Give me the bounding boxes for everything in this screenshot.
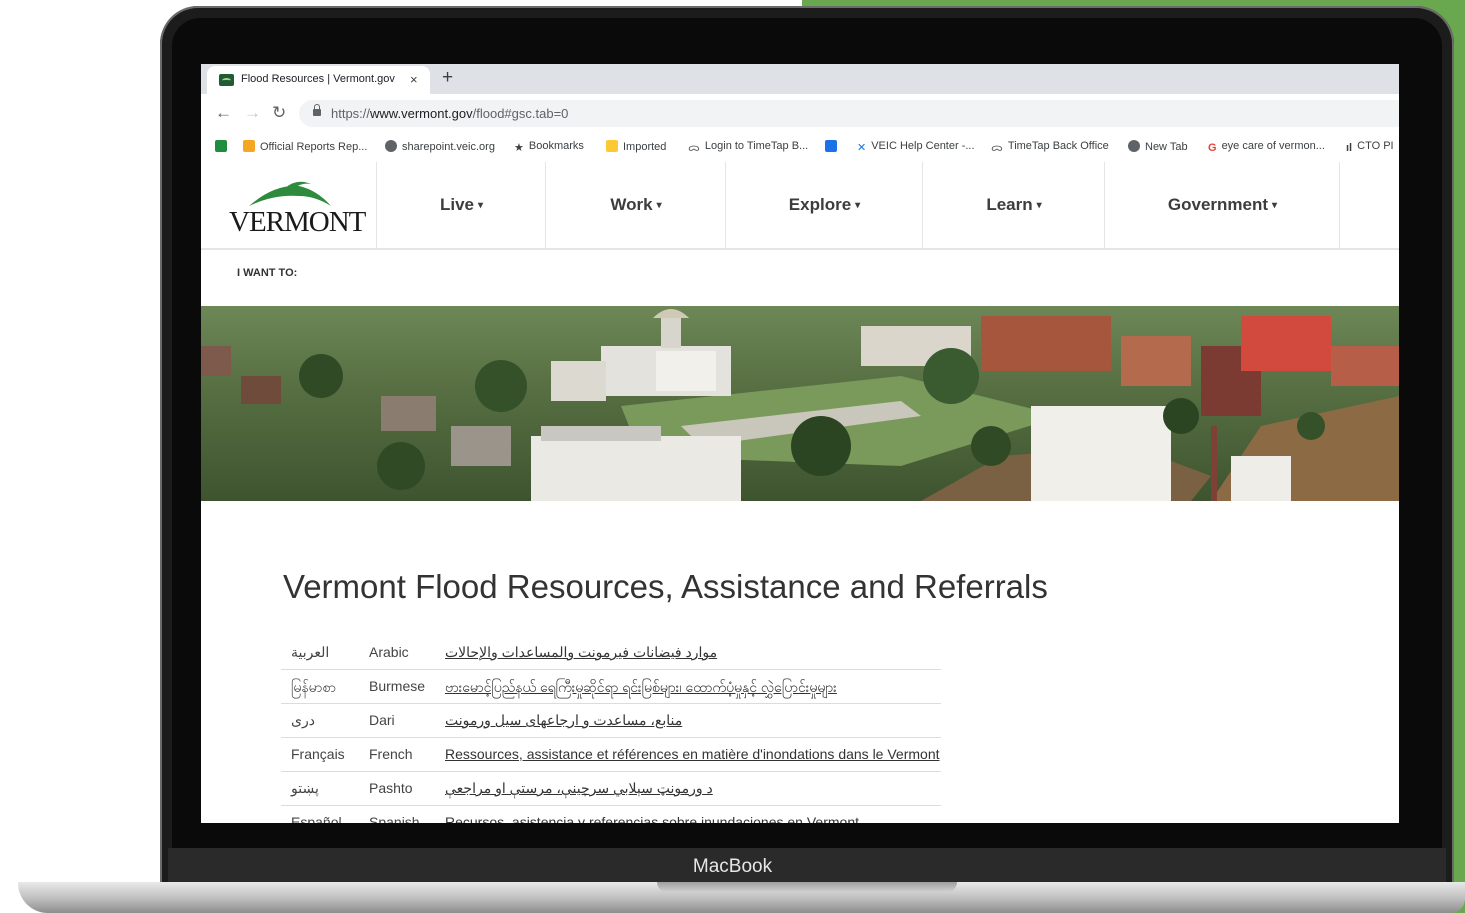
tab-close-icon[interactable]: × [410,72,418,87]
bookmark-new-tab[interactable]: New Tab [1128,140,1188,153]
bookmark-apps-icon[interactable] [215,140,232,153]
bookmark-bookmarks[interactable]: ★ Bookmarks [514,140,584,154]
table-row: العربية Arabic موارد فيضانات فيرمونت وال… [281,636,941,670]
globe-icon [1128,140,1140,152]
table-row: پښتو Pashto د ورمونټ سېلابي سرچينې، مرست… [281,772,941,806]
google-icon: G [1208,142,1217,154]
browser-tab-active[interactable]: Flood Resources | Vermont.gov × [207,66,430,94]
laptop-base-notch [657,882,957,892]
timetap-icon: ᯅ [991,142,1003,154]
language-link-arabic[interactable]: موارد فيضانات فيرمونت والمساعدات والإحال… [445,644,717,661]
bookmark-timetap-back[interactable]: ᯅ TimeTap Back Office [991,140,1109,154]
language-native-name: Español [291,814,342,823]
page-title: Vermont Flood Resources, Assistance and … [283,568,1048,605]
language-native-name: دری [291,712,315,728]
bookmark-timetap-login[interactable]: ᯅ Login to TimeTap B... [688,140,808,154]
language-table: العربية Arabic موارد فيضانات فيرمونت وال… [281,636,941,823]
new-tab-button[interactable]: + [442,67,453,89]
tab-strip: Flood Resources | Vermont.gov × + [201,64,1399,94]
caret-down-icon: ▾ [1036,200,1042,211]
tab-title: Flood Resources | Vermont.gov [241,73,395,85]
vermont-favicon-icon [219,74,234,86]
language-link-french[interactable]: Ressources, assistance et références en … [445,746,940,762]
browser-window: Flood Resources | Vermont.gov × + ← → ↻ … [201,64,1399,823]
language-link-spanish[interactable]: Recursos, asistencia y referencias sobre… [445,814,859,823]
address-bar[interactable]: https://www.vermont.gov/flood#gsc.tab=0 [299,100,1399,127]
bar-chart-icon: ıl [1346,142,1353,154]
caret-down-icon: ▾ [1272,200,1278,211]
language-native-name: မြန်မာစာ [291,679,336,695]
bookmark-veic-help[interactable]: ✕ VEIC Help Center -... [857,140,975,154]
language-link-dari[interactable]: منابع، مساعدت و ارجاعهای سیل ورمونت [445,712,682,729]
nav-work[interactable]: Work ▾ [545,162,726,248]
reports-icon [243,140,255,152]
bookmark-imported[interactable]: Imported [606,140,666,153]
back-arrow-icon[interactable]: ← [215,103,232,123]
globe-icon [385,140,397,152]
nav-learn[interactable]: Learn ▾ [922,162,1105,248]
language-english-name: Arabic [369,644,409,660]
caret-down-icon: ▾ [656,200,662,211]
forward-arrow-icon[interactable]: → [244,103,261,123]
language-native-name: Français [291,746,345,762]
language-native-name: پښتو [291,780,319,796]
caret-down-icon: ▾ [855,200,861,211]
bookmark-cto[interactable]: ıl CTO PI [1346,140,1394,154]
hero-image-flooded-capitol [201,306,1399,501]
vermont-logo[interactable]: VERMONT [229,176,366,238]
i-want-to-menu[interactable]: I WANT TO: [237,267,297,279]
reload-icon[interactable]: ↻ [272,103,286,123]
language-native-name: العربية [291,644,330,660]
browser-toolbar: ← → ↻ https://www.vermont.gov/flood#gsc.… [201,94,1399,134]
bookmarks-bar: Official Reports Rep... sharepoint.veic.… [201,134,1399,163]
language-link-burmese[interactable]: ဗားမောင့်ပြည်နယ် ရေကြီးမှုဆိုင်ရာ ရင်းမြ… [445,678,837,699]
nav-government[interactable]: Government ▾ [1104,162,1340,248]
table-row: မြန်မာစာ Burmese ဗားမောင့်ပြည်နယ် ရေကြီး… [281,670,941,704]
nav-explore[interactable]: Explore ▾ [725,162,923,248]
language-english-name: Spanish [369,814,420,823]
bookmark-veic-sites[interactable] [825,140,842,153]
aerial-town-illustration [201,309,1399,501]
nav-live[interactable]: Live ▾ [376,162,546,248]
bookmark-official-reports[interactable]: Official Reports Rep... [243,140,367,153]
table-row: Français French Ressources, assistance e… [281,738,941,772]
help-person-icon: ✕ [857,142,867,154]
language-link-pashto[interactable]: د ورمونټ سېلابي سرچينې، مرستې او مراجعې [445,780,713,797]
lock-icon[interactable] [313,104,321,116]
timetap-icon: ᯅ [688,142,700,154]
site-header: VERMONT Live ▾ Work ▾ Explore ▾ Learn ▾ Gove… [201,162,1399,250]
table-row: Español Spanish Recursos, asistencia y r… [281,806,941,823]
folder-icon [606,140,618,152]
mountain-logo-icon [249,181,331,206]
logo-text: VERMONT [229,206,366,238]
language-english-name: Pashto [369,780,413,796]
bookmark-eye-care[interactable]: Geye care of vermon... [1208,140,1325,154]
language-english-name: Dari [369,712,395,728]
caret-down-icon: ▾ [478,200,484,211]
bookmark-sharepoint[interactable]: sharepoint.veic.org [385,140,495,153]
laptop-brand-label: MacBook [692,856,773,877]
table-row: دری Dari منابع، مساعدت و ارجاعهای سیل ور… [281,704,941,738]
url-text[interactable]: https://www.vermont.gov/flood#gsc.tab=0 [331,106,568,121]
language-english-name: French [369,746,413,762]
language-english-name: Burmese [369,678,426,694]
veic-icon [825,140,837,152]
star-icon: ★ [514,142,524,154]
nav-divider-end [1339,162,1399,248]
